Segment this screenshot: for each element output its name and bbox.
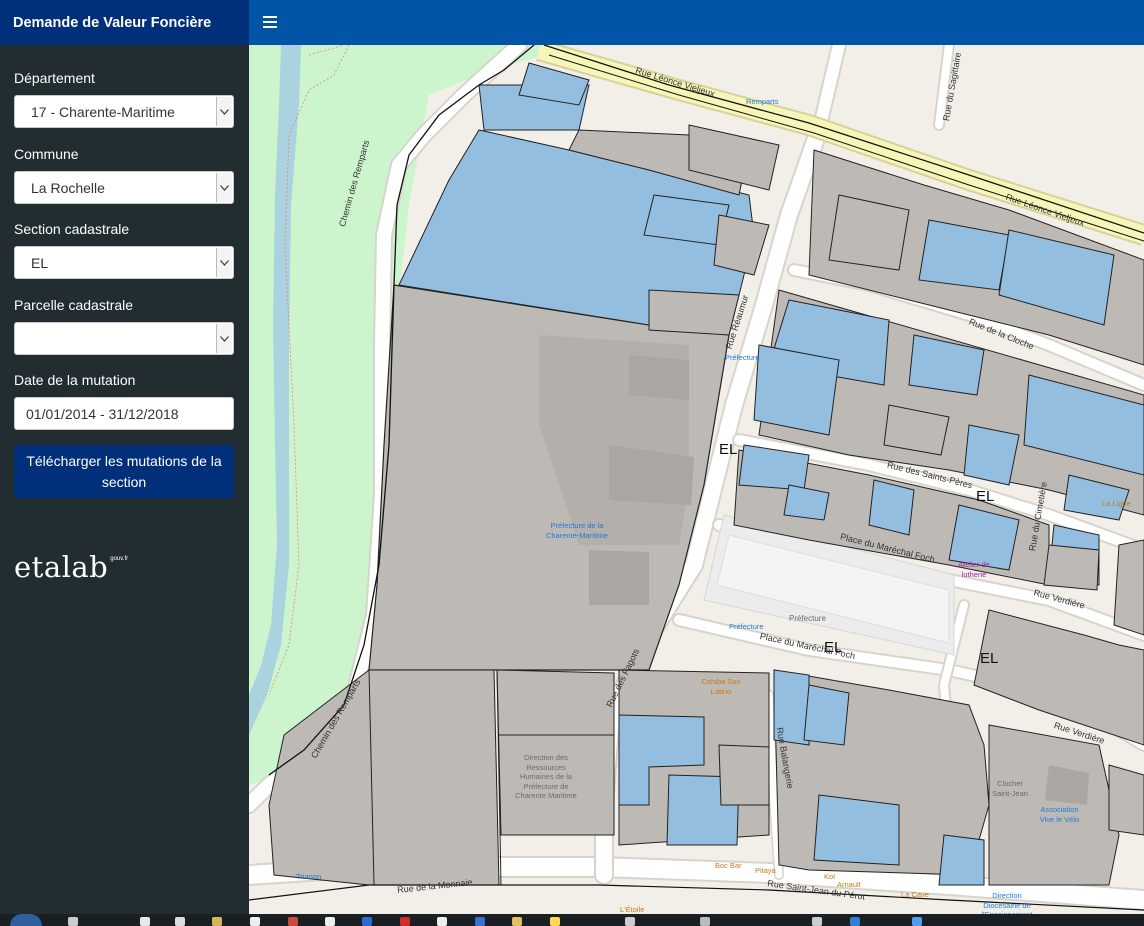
app-icon[interactable] [288, 917, 298, 926]
app-icon[interactable] [812, 917, 822, 926]
parcelle-label: Parcelle cadastrale [14, 297, 134, 313]
poi-label: Direction Diocésaine de l'Enseignement [981, 891, 1032, 914]
departement-select[interactable]: 17 - Charente-Maritime [14, 95, 234, 128]
search-icon[interactable] [68, 917, 78, 926]
download-mutations-button[interactable]: Télécharger les mutations de la section [14, 445, 234, 498]
hamburger-icon[interactable] [263, 13, 277, 31]
app-icon[interactable] [475, 917, 485, 926]
poi-label: Arnault [837, 880, 861, 889]
chevron-down-icon [216, 97, 232, 126]
app-icon[interactable] [400, 917, 410, 926]
commune-label: Commune [14, 146, 79, 162]
poi-label: La Ligne [1102, 499, 1131, 508]
poi-label: Cohiba Son Latino [701, 677, 741, 696]
section-code-label: EL [980, 650, 999, 667]
app-icon[interactable] [700, 917, 710, 926]
app-icon[interactable] [912, 917, 922, 926]
sidebar: Département 17 - Charente-Maritime Commu… [0, 45, 249, 914]
date-label: Date de la mutation [14, 372, 136, 388]
poi-label: Remparts [746, 97, 779, 106]
app-icon[interactable] [437, 917, 447, 926]
poi-label: Clocher Saint-Jean [992, 779, 1028, 798]
app-icon[interactable] [212, 917, 222, 926]
poi-label: Préfecture [729, 622, 764, 631]
poi-label: Direction des Ressources Humaines de la … [515, 753, 577, 800]
poi-label: Atelier de lutherie [958, 560, 990, 579]
poi-label: Préfecture [725, 353, 760, 362]
os-taskbar [0, 914, 1144, 926]
cadastral-map[interactable]: EL EL EL EL Rue Léonce Vieljeux Rue Léon… [249, 45, 1144, 914]
poi-label: Pitaya [755, 866, 776, 875]
app-title: Demande de Valeur Foncière [0, 0, 249, 45]
section-code-label: EL [976, 488, 995, 505]
file-explorer-icon[interactable] [140, 917, 150, 926]
parcelle-select[interactable] [14, 322, 234, 355]
section-select[interactable]: EL [14, 246, 234, 279]
app-icon[interactable] [550, 917, 560, 926]
commune-select[interactable]: La Rochelle [14, 171, 234, 204]
date-range-input[interactable]: 01/01/2014 - 31/12/2018 [14, 397, 234, 430]
poi-label: La Cave [901, 890, 929, 899]
poi-label: Boc Bar [715, 861, 742, 870]
start-icon[interactable] [10, 914, 42, 926]
poi-label: Association Vive le Vélo [1039, 805, 1080, 824]
chevron-down-icon [216, 248, 232, 277]
poi-label: Koï [824, 872, 836, 881]
app-icon[interactable] [850, 917, 860, 926]
departement-value: 17 - Charente-Maritime [31, 104, 175, 120]
commune-value: La Rochelle [31, 180, 105, 196]
departement-label: Département [14, 70, 95, 86]
section-value: EL [31, 255, 49, 271]
etalab-logo[interactable]: etalab gouv.fr [14, 550, 128, 584]
section-code-label: EL [719, 441, 738, 458]
app-icon[interactable] [325, 917, 335, 926]
app-icon[interactable] [625, 917, 635, 926]
app-icon[interactable] [362, 917, 372, 926]
chevron-down-icon [216, 173, 232, 202]
chevron-down-icon [216, 324, 232, 353]
section-label: Section cadastrale [14, 221, 130, 237]
poi-label: L'Étoile [620, 905, 645, 914]
poi-label: Trianon [296, 872, 322, 881]
poi-label: Préfecture [789, 614, 826, 623]
chrome-icon[interactable] [175, 917, 185, 926]
poi-label: Préfecture de la Charente-Maritime [545, 521, 609, 540]
top-navbar [249, 0, 1144, 45]
app-icon[interactable] [250, 917, 260, 926]
app-icon[interactable] [512, 917, 522, 926]
